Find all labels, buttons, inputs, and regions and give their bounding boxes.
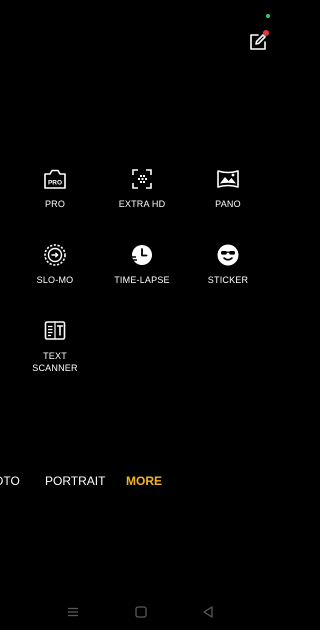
navigation-bar [0,598,284,626]
edit-button[interactable] [246,30,270,54]
svg-text:PRO: PRO [48,180,62,187]
mode-text-scanner[interactable]: TEXT SCANNER [10,318,100,374]
mode-pano[interactable]: PANO [183,166,273,210]
tab-photo[interactable]: OTO [0,474,20,488]
mode-label: SLO-MO [36,275,74,285]
pro-camera-icon: PRO [42,166,68,192]
mode-pro[interactable]: PRO PRO [10,166,100,210]
mode-label: TEXT SCANNER [32,351,78,373]
text-scanner-icon [42,318,68,344]
mode-time-lapse[interactable]: TIME-LAPSE [97,242,187,286]
tab-more[interactable]: MORE [126,474,162,488]
menu-icon[interactable] [65,604,81,620]
notification-badge [263,30,269,36]
time-lapse-icon [129,242,155,268]
slow-motion-icon [42,242,68,268]
panorama-icon [215,166,241,192]
mode-label: PRO [44,199,66,209]
mode-label: PANO [215,199,241,209]
mode-tab-bar: OTO PORTRAIT MORE [0,474,284,490]
sticker-icon [215,242,241,268]
mode-label: EXTRA HD [118,199,166,209]
home-icon[interactable] [133,604,149,620]
tab-portrait[interactable]: PORTRAIT [45,474,105,488]
extra-hd-icon [129,166,155,192]
back-icon[interactable] [200,604,216,620]
mode-sticker[interactable]: STICKER [183,242,273,286]
mode-label: STICKER [207,275,249,285]
mode-extra-hd[interactable]: EXTRA HD [97,166,187,210]
status-indicator-dot [266,14,270,18]
mode-label: TIME-LAPSE [114,275,170,285]
mode-slo-mo[interactable]: SLO-MO [10,242,100,286]
